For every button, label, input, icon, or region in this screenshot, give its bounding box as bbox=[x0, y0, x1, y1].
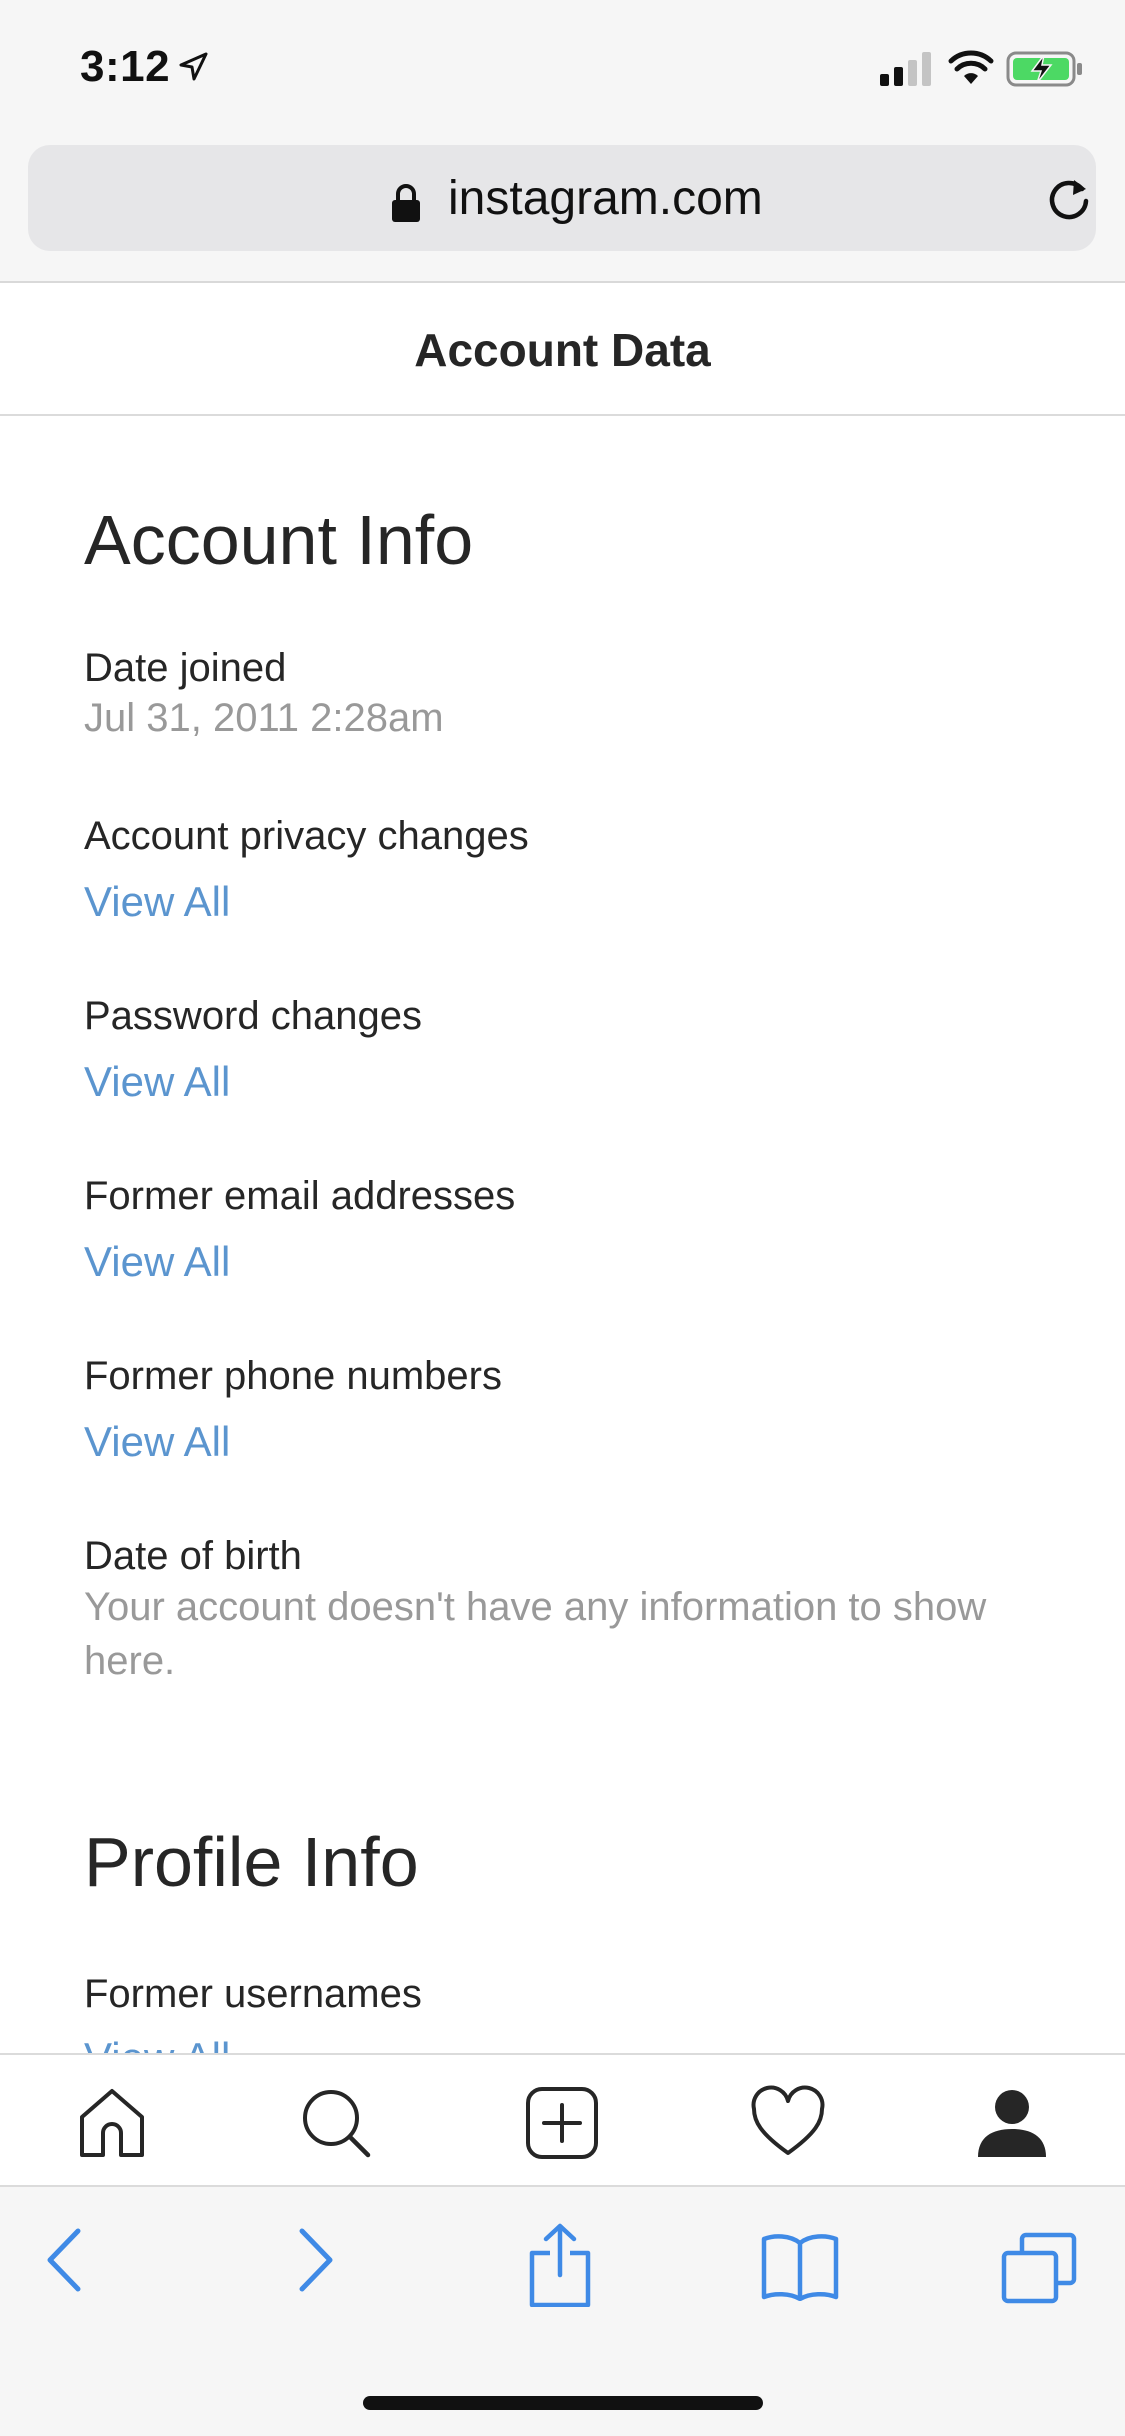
address-bar[interactable]: instagram.com bbox=[28, 145, 1096, 251]
status-bar: 3:12 bbox=[0, 0, 1125, 135]
password-changes-label: Password changes bbox=[84, 994, 422, 1038]
former-phones-label: Former phone numbers bbox=[84, 1354, 502, 1398]
reload-icon[interactable] bbox=[1046, 177, 1092, 223]
former-emails-view-all-link[interactable]: View All bbox=[84, 1238, 230, 1286]
date-joined-value: Jul 31, 2011 2:28am bbox=[84, 696, 444, 740]
cellular-signal-icon bbox=[880, 52, 931, 86]
former-emails-label: Former email addresses bbox=[84, 1174, 516, 1218]
instagram-tab-bar bbox=[0, 2053, 1125, 2187]
former-phones-view-all-link[interactable]: View All bbox=[84, 1418, 230, 1466]
location-arrow-icon bbox=[179, 52, 208, 81]
former-usernames-view-all-link[interactable]: View All bbox=[84, 2034, 230, 2053]
tabs-icon[interactable] bbox=[1000, 2231, 1078, 2305]
new-post-icon[interactable] bbox=[524, 2085, 600, 2161]
former-usernames-label: Former usernames bbox=[84, 1972, 422, 2016]
privacy-changes-view-all-link[interactable]: View All bbox=[84, 878, 230, 926]
section-title-account-info: Account Info bbox=[84, 501, 474, 579]
wifi-icon bbox=[948, 50, 994, 84]
date-of-birth-label: Date of birth bbox=[84, 1534, 302, 1578]
forward-chevron-icon[interactable] bbox=[296, 2227, 336, 2293]
activity-heart-icon[interactable] bbox=[750, 2085, 826, 2161]
page-header: Account Data bbox=[0, 283, 1125, 416]
date-of-birth-value: Your account doesn't have any informatio… bbox=[84, 1585, 987, 1683]
url-text[interactable]: instagram.com bbox=[448, 171, 763, 226]
section-title-profile-info: Profile Info bbox=[84, 1823, 419, 1901]
browser-address-area: instagram.com bbox=[0, 135, 1125, 283]
status-time: 3:12 bbox=[80, 42, 171, 91]
profile-icon[interactable] bbox=[974, 2085, 1050, 2161]
privacy-changes-label: Account privacy changes bbox=[84, 814, 529, 858]
account-data-content[interactable]: Account Info Date joined Jul 31, 2011 2:… bbox=[0, 418, 1125, 2053]
home-indicator bbox=[363, 2396, 763, 2410]
home-icon[interactable] bbox=[74, 2085, 150, 2161]
bookmarks-icon[interactable] bbox=[760, 2231, 840, 2301]
search-icon[interactable] bbox=[298, 2085, 374, 2161]
password-changes-view-all-link[interactable]: View All bbox=[84, 1058, 230, 1106]
page-title: Account Data bbox=[414, 324, 711, 376]
share-icon[interactable] bbox=[528, 2223, 592, 2307]
date-joined-label: Date joined bbox=[84, 646, 287, 690]
lock-icon bbox=[392, 184, 420, 222]
battery-charging-icon bbox=[1006, 51, 1082, 87]
back-chevron-icon[interactable] bbox=[44, 2227, 84, 2293]
